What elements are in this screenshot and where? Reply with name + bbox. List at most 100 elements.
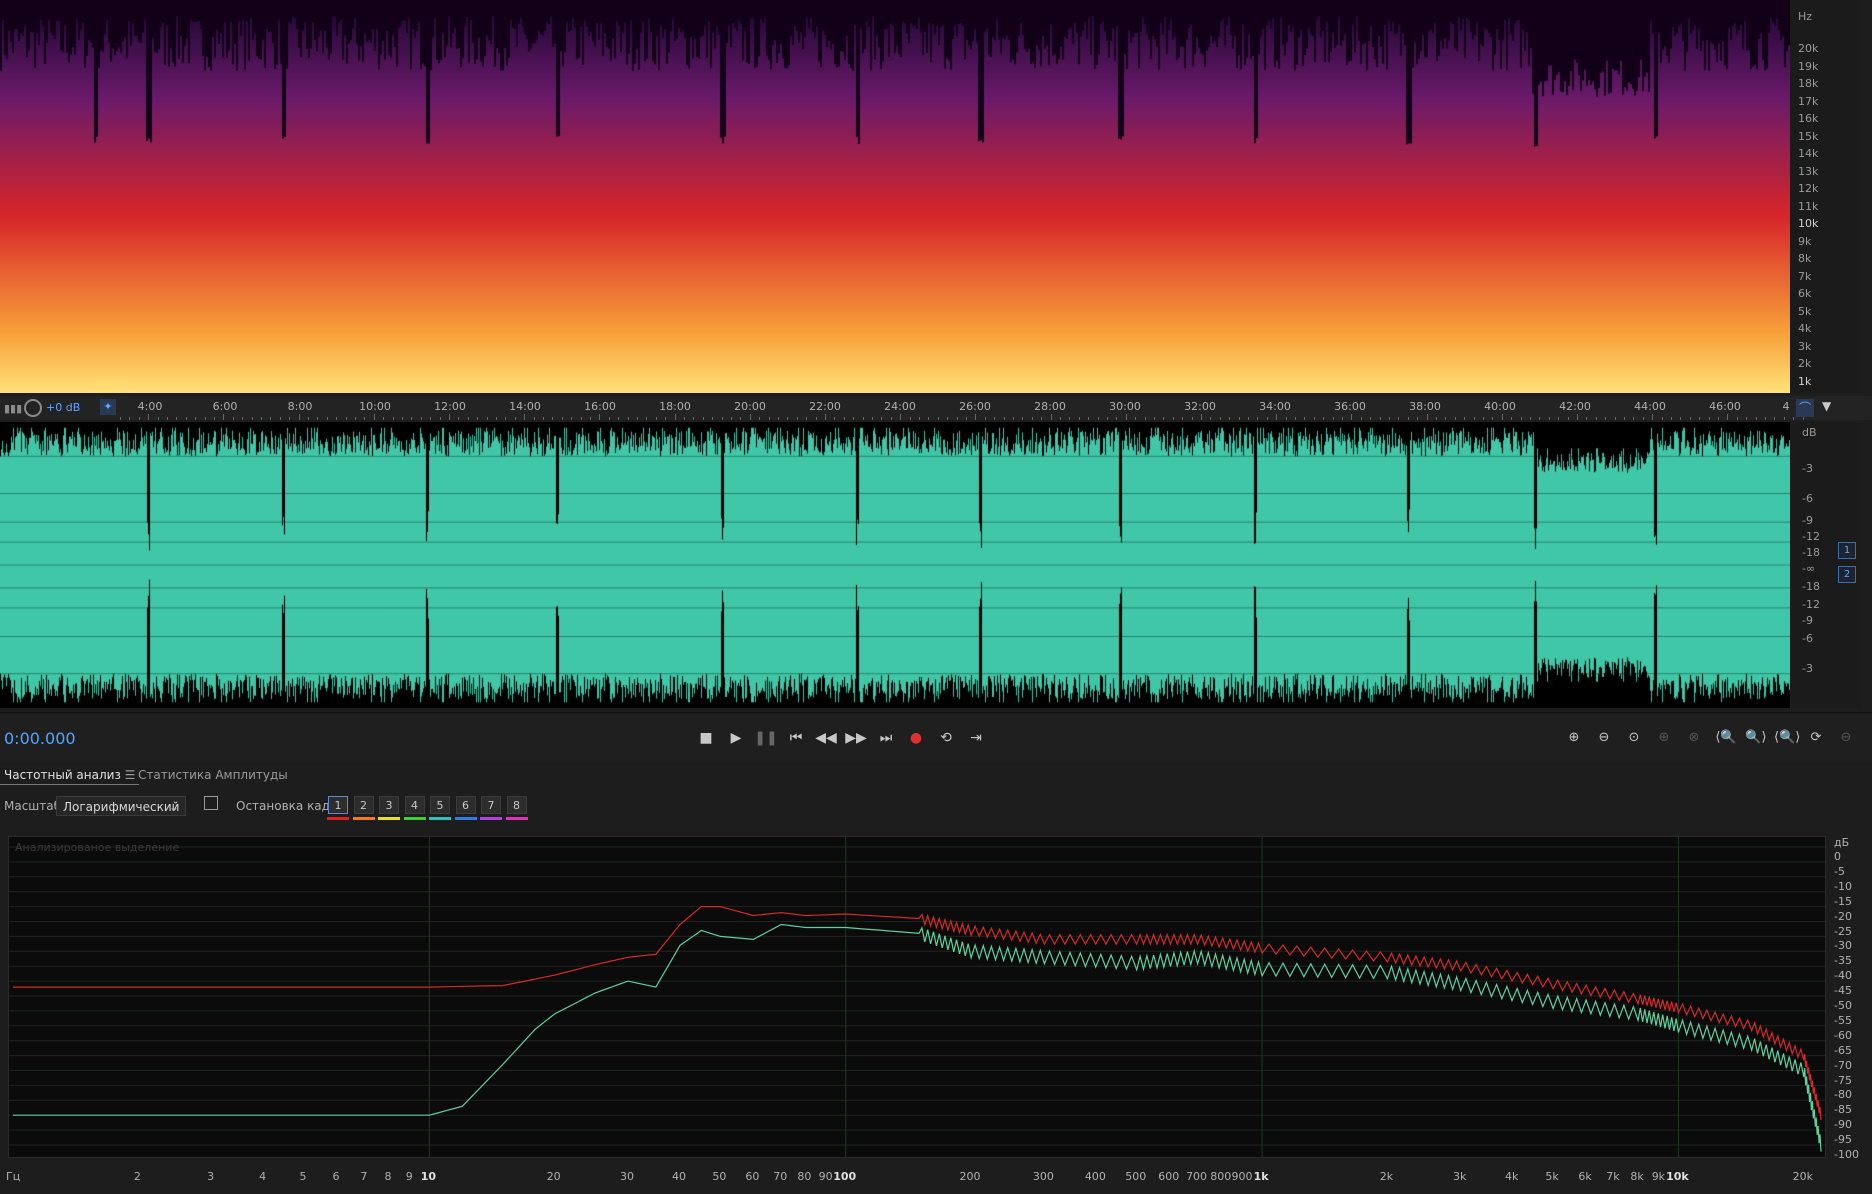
- timeline-tick: [552, 417, 554, 420]
- timeline-tick: [787, 417, 789, 420]
- copy-icon[interactable]: [204, 796, 218, 810]
- analysis-hz-label: 9: [405, 1170, 413, 1183]
- freeze-frame-color-bar: [327, 817, 349, 820]
- timeline-label: 32:00: [1184, 400, 1216, 413]
- freeze-frame-5-button[interactable]: 5: [430, 796, 450, 814]
- fast-forward-button[interactable]: ▶▶: [844, 726, 868, 750]
- analysis-hz-label: 700: [1186, 1170, 1208, 1183]
- spectrogram-display[interactable]: [0, 0, 1790, 393]
- timeline-tick: [655, 417, 657, 420]
- skip-to-end-button[interactable]: ⏭: [874, 726, 898, 750]
- channel-1-button[interactable]: 1: [1838, 542, 1856, 559]
- zoom-out-amplitude-icon[interactable]: ⊖: [1592, 726, 1616, 750]
- analysis-hz-label: 6k: [1578, 1170, 1592, 1183]
- freeze-frame-7-button[interactable]: 7: [481, 796, 501, 814]
- timeline-tick: [693, 417, 695, 420]
- zoom-in-right-icon[interactable]: 🔍⟩: [1744, 726, 1768, 750]
- tab-frequency-analysis[interactable]: Частотный анализ ☰: [0, 766, 140, 785]
- analysis-db-label: -35: [1834, 954, 1852, 968]
- analysis-db-label: -5: [1834, 864, 1845, 878]
- analysis-db-label: -45: [1834, 984, 1852, 998]
- timeline-label: 30:00: [1109, 400, 1141, 413]
- time-display[interactable]: 0:00.000: [4, 729, 76, 748]
- tab-amplitude-statistics[interactable]: Статистика Амплитуды: [134, 766, 292, 784]
- analysis-caption: Анализированое выделение: [15, 841, 180, 854]
- analysis-hz-label: 2: [133, 1170, 141, 1183]
- timeline-tick: [279, 417, 281, 420]
- freeze-frame-1-button[interactable]: 1: [328, 796, 348, 814]
- timeline-tick: [590, 417, 591, 420]
- timeline-tick: [1661, 417, 1663, 420]
- pin-icon[interactable]: ✦: [100, 399, 116, 415]
- timeline-label: 36:00: [1334, 400, 1366, 413]
- analysis-hz-label: 1k: [1253, 1170, 1269, 1183]
- freeze-frame-4-button[interactable]: 4: [404, 796, 425, 814]
- timeline-tick: [232, 417, 234, 420]
- frequency-analysis-graph[interactable]: Анализированое выделение: [8, 836, 1826, 1158]
- zoom-full-icon[interactable]: ⊗: [1682, 726, 1706, 750]
- timeline-tick: [496, 417, 497, 420]
- freeze-frame-3-button[interactable]: 3: [379, 796, 399, 814]
- freeze-frame-color-bar: [403, 817, 426, 820]
- timeline-tick: [731, 417, 732, 420]
- hz-tick-label: 2k: [1798, 357, 1812, 370]
- level-value[interactable]: +0 dB: [46, 401, 80, 414]
- timeline-tick: [627, 417, 629, 420]
- timeline-tick: [1755, 417, 1757, 420]
- zoom-in-amplitude-icon[interactable]: ⊕: [1562, 726, 1586, 750]
- timeline-tick: [1238, 417, 1240, 420]
- waveform-display[interactable]: [0, 422, 1790, 708]
- timeline-tick: [1520, 417, 1522, 420]
- timeline-label: 4:00: [137, 400, 163, 413]
- pause-button[interactable]: ❚❚: [754, 726, 778, 750]
- timeline-label: 42:00: [1559, 400, 1591, 413]
- wave-db-label: -3: [1802, 462, 1813, 475]
- freeze-frame-8-button[interactable]: 8: [506, 796, 527, 814]
- timeline-ruler[interactable]: ▮▮▮ +0 dB ✦ 4:00 6:00 8:00 10:00 12:00 14:00 1…: [0, 396, 1872, 420]
- meter-icon[interactable]: ▮▮▮: [4, 402, 22, 415]
- zoom-in-left-icon[interactable]: ⟨🔍: [1714, 726, 1738, 750]
- skip-selection-button[interactable]: ⇥: [964, 726, 988, 750]
- zoom-reset-icon[interactable]: ⟳: [1804, 726, 1828, 750]
- skip-to-start-button[interactable]: ⏮: [784, 726, 808, 750]
- timeline-tick: [486, 417, 488, 420]
- timeline-tick: [533, 417, 535, 420]
- freeze-frame-6-button[interactable]: 6: [455, 796, 476, 814]
- zoom-selection-icon[interactable]: ⊕: [1652, 726, 1676, 750]
- timeline-tick: [439, 417, 441, 420]
- zoom-in-time-icon[interactable]: ⟨🔍⟩: [1774, 726, 1800, 750]
- level-knob-icon[interactable]: [24, 399, 42, 417]
- analysis-db-label: -25: [1834, 924, 1852, 938]
- freeze-frame-2-button[interactable]: 2: [353, 796, 374, 814]
- timeline-tick: [1774, 417, 1776, 420]
- timeline-tick: [1548, 417, 1550, 420]
- analysis-hz-label: 20: [546, 1170, 561, 1183]
- analysis-hz-label: 400: [1084, 1170, 1106, 1183]
- timeline-label: 46:00: [1709, 400, 1741, 413]
- timeline-tick: [1342, 417, 1343, 420]
- timeline-tick: [364, 417, 366, 420]
- timeline-tick: [458, 417, 460, 420]
- record-button[interactable]: ●: [904, 726, 928, 750]
- timeline-tick: [937, 417, 939, 420]
- headphones-icon[interactable]: ⌒: [1796, 399, 1814, 417]
- marker-icon[interactable]: ▼: [1822, 399, 1831, 413]
- timeline-tick: [665, 417, 667, 420]
- timeline-tick: [1436, 417, 1437, 420]
- loop-button[interactable]: ⟲: [934, 726, 958, 750]
- timeline-tick: [477, 417, 479, 420]
- timeline-tick: [890, 417, 892, 420]
- hz-tick-label: 14k: [1798, 147, 1819, 160]
- rewind-button[interactable]: ◀◀: [814, 726, 838, 750]
- analysis-hz-label: 7: [360, 1170, 368, 1183]
- stop-button[interactable]: ■: [694, 726, 718, 750]
- timeline-tick: [120, 417, 121, 420]
- zoom-out-full-icon[interactable]: ⊖: [1834, 726, 1858, 750]
- wave-db-label: -18: [1802, 580, 1820, 593]
- play-button[interactable]: ▶: [724, 726, 748, 750]
- zoom-fit-icon[interactable]: ⊙: [1622, 726, 1646, 750]
- channel-2-button[interactable]: 2: [1838, 566, 1856, 583]
- timeline-tick: [759, 417, 761, 420]
- scale-select[interactable]: Логарифмический ⌄: [56, 796, 186, 816]
- timeline-label: 28:00: [1034, 400, 1066, 413]
